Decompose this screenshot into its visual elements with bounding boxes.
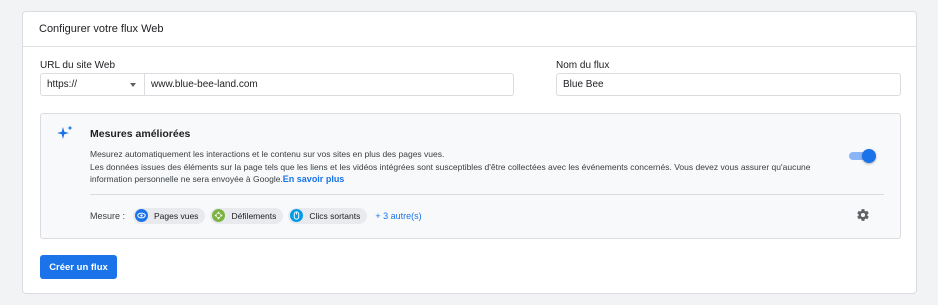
card-title: Configurer votre flux Web — [23, 12, 916, 47]
description-line-1: Mesurez automatiquement les interactions… — [90, 149, 445, 159]
stream-name-input[interactable] — [556, 73, 901, 96]
configure-stream-card: Configurer votre flux Web URL du site We… — [22, 11, 917, 294]
url-input[interactable] — [145, 74, 513, 95]
chevron-down-icon — [130, 82, 136, 87]
stream-name-label: Nom du flux — [556, 60, 610, 71]
measure-label: Mesure : — [90, 210, 126, 221]
divider — [90, 194, 884, 195]
enhanced-measurement-description: Mesurez automatiquement les interactions… — [90, 148, 850, 186]
measure-row: Mesure : Pages vues Défilements Clics so… — [90, 207, 422, 224]
eye-icon — [135, 209, 149, 222]
more-measures-link[interactable]: + 3 autre(s) — [375, 211, 421, 221]
enhanced-measurement-toggle[interactable] — [849, 149, 876, 163]
enhanced-measurement-panel: Mesures améliorées Mesurez automatiqueme… — [40, 113, 901, 239]
scroll-arrows-icon — [212, 209, 226, 222]
url-field-label: URL du site Web — [40, 60, 116, 71]
sparkle-icon — [57, 125, 73, 139]
chip-scrolls[interactable]: Défilements — [210, 207, 284, 224]
chip-label: Pages vues — [154, 210, 199, 221]
enhanced-measurement-title: Mesures améliorées — [90, 128, 191, 140]
chip-outbound-clicks[interactable]: Clics sortants — [288, 207, 368, 224]
protocol-select[interactable]: https:// — [41, 74, 145, 95]
chip-page-views[interactable]: Pages vues — [133, 207, 206, 224]
toggle-knob — [862, 149, 876, 163]
description-line-2-text: Les données issues des éléments sur la p… — [90, 161, 811, 185]
description-line-2: Les données issues des éléments sur la p… — [90, 161, 850, 186]
protocol-value: https:// — [47, 79, 78, 90]
gear-icon[interactable] — [856, 208, 870, 222]
url-field: https:// — [40, 73, 514, 96]
chip-label: Défilements — [231, 210, 277, 221]
chip-label: Clics sortants — [309, 210, 361, 221]
create-stream-button[interactable]: Créer un flux — [40, 255, 117, 279]
mouse-icon — [290, 209, 304, 222]
learn-more-link[interactable]: En savoir plus — [283, 174, 345, 184]
